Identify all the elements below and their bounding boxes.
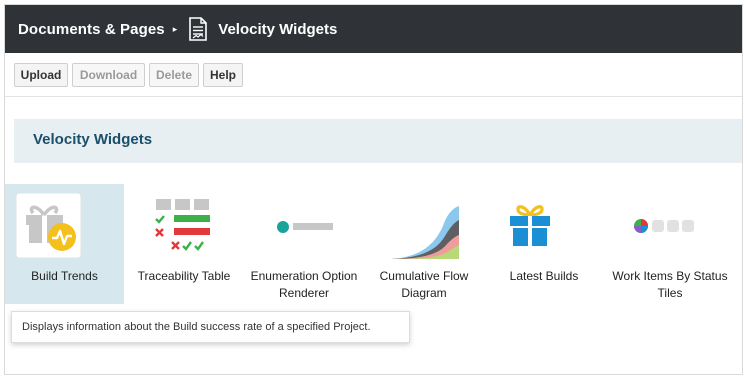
widget-tile-cumulative-flow-diagram[interactable]: Cumulative Flow Diagram (365, 184, 483, 304)
document-icon (189, 17, 208, 41)
tooltip: Displays information about the Build suc… (11, 311, 410, 343)
upload-button[interactable]: Upload (14, 63, 68, 87)
download-button[interactable]: Download (72, 63, 145, 87)
widget-label: Build Trends (31, 269, 98, 283)
widget-tile-build-trends[interactable]: Build Trends (5, 184, 124, 304)
toolbar: Upload Download Delete Help (5, 53, 742, 97)
help-button[interactable]: Help (203, 63, 243, 87)
delete-button[interactable]: Delete (149, 63, 199, 87)
widget-label: Traceability Table (137, 269, 231, 283)
widget-tile-latest-builds[interactable]: Latest Builds (485, 184, 603, 304)
status-tiles-icon (634, 219, 694, 233)
enumeration-option-icon (277, 221, 333, 233)
breadcrumb-separator: ▸ (172, 23, 178, 34)
traceability-table-icon (155, 199, 210, 251)
widget-label: Latest Builds (509, 269, 579, 283)
widget-tile-traceability-table[interactable]: Traceability Table (125, 184, 243, 304)
section-title: Velocity Widgets (33, 131, 153, 148)
title-bar: Documents & Pages ▸ Velocity Widgets (5, 5, 742, 53)
breadcrumb-documents-pages[interactable]: Documents & Pages (18, 21, 165, 38)
widget-label: Enumeration Option Renderer (250, 269, 358, 300)
widget-label: Work Items By Status Tiles (612, 269, 728, 300)
gift-icon (510, 205, 550, 246)
cumulative-flow-icon (391, 206, 459, 259)
widget-tile-enumeration-option-renderer[interactable]: Enumeration Option Renderer (245, 184, 363, 304)
widget-tile-work-items-by-status-tiles[interactable]: Work Items By Status Tiles (605, 184, 735, 304)
build-trends-icon (16, 193, 81, 258)
widget-label: Cumulative Flow Diagram (379, 269, 469, 300)
page-title: Velocity Widgets (218, 20, 338, 38)
app-window: Documents & Pages ▸ Velocity Widgets Upl… (4, 4, 743, 375)
section-header: Velocity Widgets (14, 119, 742, 163)
